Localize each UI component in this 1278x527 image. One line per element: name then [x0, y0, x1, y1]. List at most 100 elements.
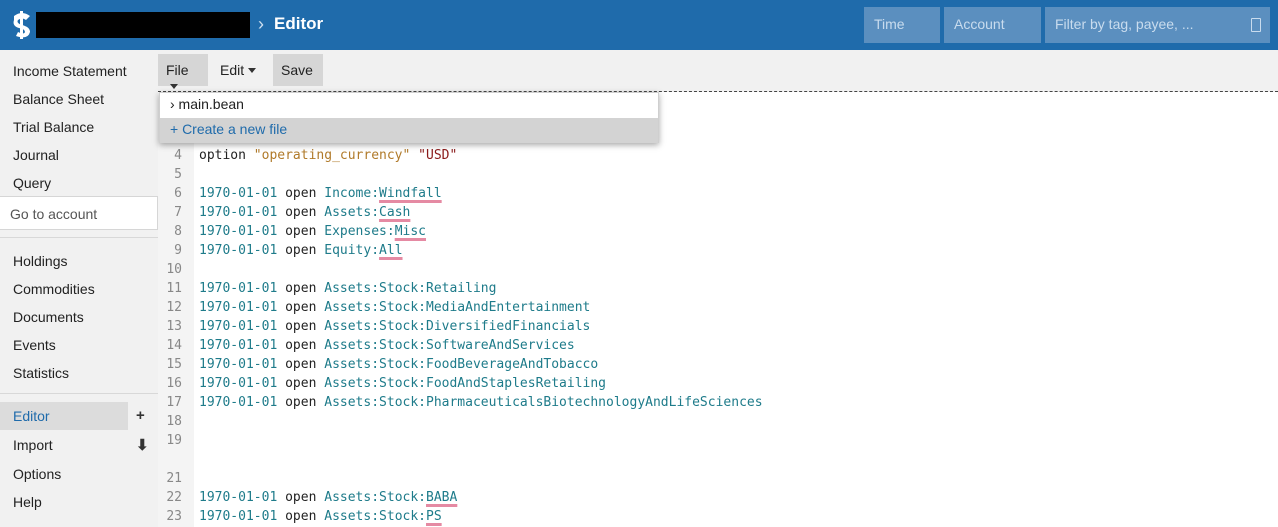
- line-number: 23: [166, 509, 182, 524]
- download-icon[interactable]: ⬇: [136, 436, 149, 454]
- account-token: Assets:Stock:SoftwareAndServices: [324, 338, 575, 353]
- line-code: 1970-01-01 open Assets:Stock:MediaAndEnt…: [199, 300, 590, 315]
- line-code: 1970-01-01 open Assets:Stock:SoftwareAnd…: [199, 338, 575, 353]
- sidebar: Income Statement Balance Sheet Trial Bal…: [0, 50, 158, 527]
- date-token: 1970-01-01: [199, 395, 278, 410]
- string-token: "operating_currency": [253, 148, 411, 163]
- plus-icon[interactable]: +: [136, 407, 145, 424]
- file-menu-button[interactable]: File: [158, 54, 208, 89]
- top-header: › Editor Time Account Filter by tag, pay…: [0, 0, 1278, 50]
- line-code: 1970-01-01 open Assets:Stock:BABA: [199, 490, 457, 505]
- save-button[interactable]: Save: [273, 54, 323, 86]
- sidebar-item-documents[interactable]: Documents: [13, 309, 84, 325]
- sidebar-divider: [0, 393, 158, 394]
- line-number: 21: [166, 471, 182, 486]
- sidebar-item-balance-sheet[interactable]: Balance Sheet: [13, 91, 104, 107]
- date-token: 1970-01-01: [199, 186, 278, 201]
- file-menu-label: File: [166, 62, 189, 78]
- date-token: 1970-01-01: [199, 357, 278, 372]
- account-token: Income:: [324, 186, 380, 201]
- line-number: 17: [166, 395, 182, 410]
- line-code: 1970-01-01 open Assets:Stock:FoodAndStap…: [199, 376, 606, 391]
- account-token: Assets:Stock:FoodAndStaplesRetailing: [324, 376, 607, 391]
- line-number: 14: [166, 338, 182, 353]
- menu-item-main-bean[interactable]: › main.bean: [160, 93, 658, 118]
- sidebar-item-income-statement[interactable]: Income Statement: [13, 63, 127, 79]
- sidebar-item-options[interactable]: Options: [13, 466, 61, 482]
- caret-down-icon: [248, 68, 257, 73]
- line-number: 6: [174, 186, 182, 201]
- page-title: Editor: [274, 14, 324, 33]
- account-token: Assets:Stock:DiversifiedFinancials: [324, 319, 591, 334]
- line-number: 22: [166, 490, 182, 505]
- sidebar-item-help[interactable]: Help: [13, 494, 42, 510]
- account-error-token: PS: [426, 509, 442, 524]
- line-code: 1970-01-01 open Assets:Stock:Pharmaceuti…: [199, 395, 763, 410]
- keyword-token: open: [285, 357, 317, 372]
- breadcrumb-separator: ›: [258, 14, 264, 34]
- sidebar-divider: [0, 237, 158, 238]
- line-number: 12: [166, 300, 182, 315]
- sidebar-item-holdings[interactable]: Holdings: [13, 253, 67, 269]
- caret-down-icon: [170, 84, 178, 89]
- date-token: 1970-01-01: [199, 300, 278, 315]
- account-token: Expenses:: [324, 224, 395, 239]
- account-token: Equity:: [324, 243, 380, 258]
- date-token: 1970-01-01: [199, 509, 278, 524]
- keyword-token: open: [285, 395, 317, 410]
- account-error-token: Misc: [394, 224, 427, 239]
- keyword-token: open: [285, 490, 317, 505]
- line-code: 1970-01-01 open Expenses:Misc: [199, 224, 426, 239]
- time-filter-input[interactable]: Time: [864, 7, 940, 43]
- date-token: 1970-01-01: [199, 338, 278, 353]
- date-token: 1970-01-01: [199, 376, 278, 391]
- code-editor[interactable]: 4 option "operating_currency" "USD" 5 6 1970…: [158, 93, 1278, 527]
- date-token: 1970-01-01: [199, 490, 278, 505]
- line-code: 1970-01-01 open Assets:Cash: [199, 205, 410, 220]
- filter-clear-icon[interactable]: [1251, 18, 1261, 32]
- line-number: 8: [174, 224, 182, 239]
- keyword-token: open: [285, 224, 317, 239]
- account-token: Assets:Stock:: [324, 490, 426, 505]
- line-number: 18: [166, 414, 182, 429]
- account-filter-input[interactable]: Account: [944, 7, 1041, 43]
- keyword-token: open: [285, 319, 317, 334]
- redacted-ledger-title: [36, 12, 250, 38]
- sidebar-item-trial-balance[interactable]: Trial Balance: [13, 119, 94, 135]
- keyword-token: option: [199, 148, 246, 163]
- go-to-account-input[interactable]: Go to account: [0, 196, 158, 230]
- sidebar-item-editor[interactable]: Editor: [13, 408, 50, 424]
- keyword-token: open: [285, 205, 317, 220]
- account-token: Assets:Stock:MediaAndEntertainment: [324, 300, 591, 315]
- file-dropdown-menu: › main.bean + Create a new file: [159, 92, 659, 143]
- account-error-token: All: [379, 243, 403, 258]
- date-token: 1970-01-01: [199, 243, 278, 258]
- tag-payee-filter-input[interactable]: Filter by tag, payee, ...: [1045, 7, 1270, 43]
- sidebar-item-commodities[interactable]: Commodities: [13, 281, 95, 297]
- keyword-token: open: [285, 281, 317, 296]
- edit-menu-button[interactable]: Edit: [212, 54, 268, 86]
- line-number: 13: [166, 319, 182, 334]
- editor-toolbar: File Edit Save: [158, 50, 1278, 92]
- line-code: option "operating_currency" "USD": [199, 148, 457, 163]
- sidebar-item-events[interactable]: Events: [13, 337, 56, 353]
- sidebar-item-query[interactable]: Query: [13, 175, 51, 191]
- keyword-token: open: [285, 509, 317, 524]
- sidebar-item-journal[interactable]: Journal: [13, 147, 59, 163]
- line-number: 15: [166, 357, 182, 372]
- sidebar-item-statistics[interactable]: Statistics: [13, 365, 69, 381]
- sidebar-item-import[interactable]: Import: [13, 437, 53, 453]
- menu-item-create-new-file[interactable]: + Create a new file: [160, 118, 658, 143]
- line-number: 11: [166, 281, 182, 296]
- keyword-token: open: [285, 338, 317, 353]
- fava-logo-icon[interactable]: [8, 10, 36, 40]
- line-code: 1970-01-01 open Assets:Stock:Diversified…: [199, 319, 590, 334]
- line-code: 1970-01-01 open Equity:All: [199, 243, 403, 258]
- date-token: 1970-01-01: [199, 319, 278, 334]
- line-number: 4: [174, 148, 182, 163]
- date-token: 1970-01-01: [199, 205, 278, 220]
- edit-menu-label: Edit: [220, 62, 245, 78]
- line-code: 1970-01-01 open Assets:Stock:FoodBeverag…: [199, 357, 598, 372]
- date-token: 1970-01-01: [199, 281, 278, 296]
- line-number: 10: [166, 262, 182, 277]
